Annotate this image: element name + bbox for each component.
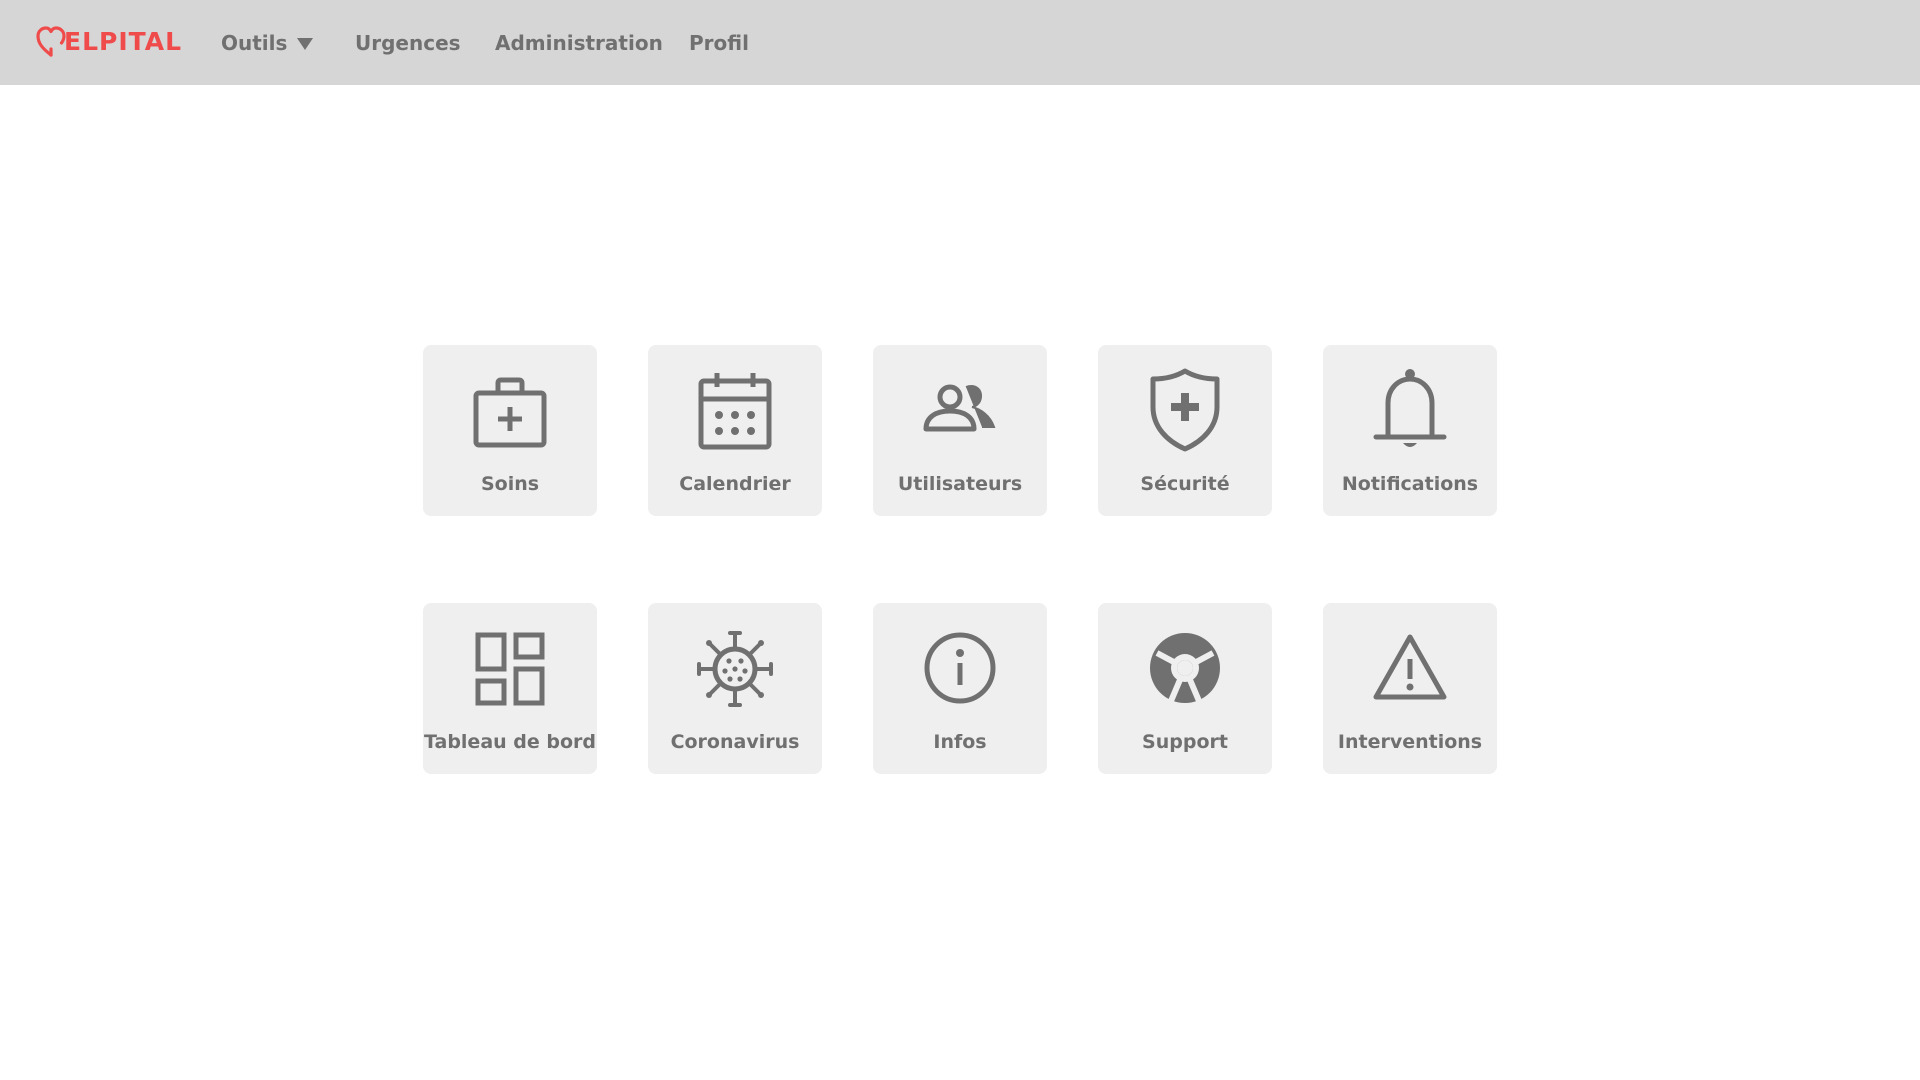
virus-icon (695, 623, 775, 713)
info-icon (920, 623, 1000, 713)
tile-label: Interventions (1337, 731, 1483, 753)
app-logo[interactable]: ELPITAL (36, 24, 182, 60)
calendar-icon (695, 365, 775, 455)
nav-item-outils[interactable]: Outils (221, 0, 314, 85)
nav-item-label: Urgences (355, 30, 461, 55)
tile-label: Support (1142, 731, 1228, 753)
tile-infos[interactable]: Infos (873, 603, 1047, 774)
tile-label: Notifications (1341, 473, 1479, 495)
nav-item-profil[interactable]: Profil (689, 0, 749, 85)
caret-down-icon (297, 37, 314, 50)
tile-label: Soins (480, 473, 540, 495)
nav-item-label: Administration (495, 30, 663, 55)
users-icon (920, 365, 1000, 455)
tile-label: Sécurité (1140, 473, 1230, 495)
heart-icon (36, 25, 66, 59)
tile-label: Coronavirus (670, 731, 800, 753)
nav-item-urgences[interactable]: Urgences (355, 0, 461, 85)
tile-securite[interactable]: Sécurité (1098, 345, 1272, 516)
nav-item-label: Outils (221, 30, 288, 55)
lifebuoy-icon (1145, 623, 1225, 713)
logo-text: ELPITAL (64, 27, 183, 56)
tile-notifications[interactable]: Notifications (1323, 345, 1497, 516)
medical-kit-icon (470, 365, 550, 455)
dashboard-icon (470, 623, 550, 713)
top-navbar: ELPITAL Outils Urgences Administration P… (0, 0, 1920, 85)
tile-label: Calendrier (679, 473, 791, 495)
tile-soins[interactable]: Soins (423, 345, 597, 516)
tile-coronavirus[interactable]: Coronavirus (648, 603, 822, 774)
tile-interventions[interactable]: Interventions (1323, 603, 1497, 774)
warning-icon (1370, 623, 1450, 713)
tile-calendrier[interactable]: Calendrier (648, 345, 822, 516)
nav-item-administration[interactable]: Administration (495, 0, 663, 85)
tile-utilisateurs[interactable]: Utilisateurs (873, 345, 1047, 516)
tile-label: Tableau de bord (423, 731, 597, 753)
nav-item-label: Profil (689, 30, 749, 55)
shield-plus-icon (1145, 365, 1225, 455)
bell-icon (1370, 365, 1450, 455)
tile-label: Infos (933, 731, 987, 753)
tile-support[interactable]: Support (1098, 603, 1272, 774)
tile-label: Utilisateurs (897, 473, 1023, 495)
tile-tableau-de-bord[interactable]: Tableau de bord (423, 603, 597, 774)
